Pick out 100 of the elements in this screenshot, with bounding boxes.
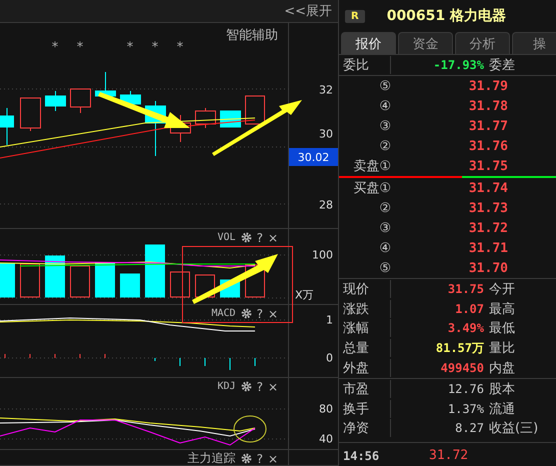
unit-label: X万 bbox=[295, 288, 314, 302]
field-label: 总量 bbox=[339, 339, 391, 358]
volume-bar bbox=[45, 256, 65, 298]
order-level: ④ bbox=[378, 240, 391, 256]
field-label: 最高 bbox=[488, 300, 515, 318]
field-label: 委比 bbox=[339, 56, 391, 74]
field-label: 今开 bbox=[488, 280, 515, 298]
help-button[interactable]: ? bbox=[256, 452, 263, 466]
axis-tick: 80 bbox=[319, 402, 333, 416]
field-value: 8.27 bbox=[454, 421, 484, 436]
field-label: 收益(三) bbox=[488, 420, 538, 438]
bid-price: 31.73 bbox=[468, 200, 508, 216]
tab[interactable]: 操 bbox=[512, 32, 556, 54]
trade-price: 31.72 bbox=[429, 448, 468, 464]
candle bbox=[245, 96, 265, 124]
field-label: 换手 bbox=[339, 400, 391, 418]
star-mark: * bbox=[76, 40, 84, 55]
ask-price: 31.77 bbox=[468, 118, 508, 134]
indicator-name: MACD bbox=[211, 308, 236, 319]
field-value: 1.37% bbox=[446, 402, 484, 416]
field-label: 流通 bbox=[488, 400, 515, 418]
order-level: ④ bbox=[378, 98, 391, 114]
candle bbox=[195, 108, 216, 128]
close-button[interactable]: × bbox=[268, 380, 278, 394]
axis-tick: 1 bbox=[326, 314, 333, 326]
expand-button[interactable]: <<展开 bbox=[278, 2, 338, 20]
close-button[interactable]: × bbox=[268, 452, 278, 466]
gear-icon[interactable] bbox=[240, 381, 252, 392]
price-tick: 30 bbox=[319, 128, 333, 140]
field-label: 涨幅 bbox=[339, 319, 391, 338]
arrow-icon bbox=[98, 92, 190, 128]
help-button[interactable]: ? bbox=[256, 380, 263, 394]
bid-price: 31.70 bbox=[468, 260, 508, 276]
ask-price: 31.78 bbox=[468, 98, 508, 114]
field-value: 1.07 bbox=[454, 302, 484, 316]
tab[interactable]: 报价 bbox=[341, 32, 396, 54]
field-value: 3.49% bbox=[446, 321, 484, 336]
field-label: 涨跌 bbox=[339, 300, 391, 318]
gear-icon[interactable] bbox=[240, 453, 252, 464]
arrow-icon bbox=[192, 254, 278, 304]
tab[interactable]: 分析 bbox=[455, 32, 510, 54]
indicator-name: KDJ bbox=[218, 381, 236, 392]
candle bbox=[45, 90, 66, 112]
price-tick: 28 bbox=[319, 198, 333, 212]
field-value: 12.76 bbox=[446, 382, 484, 396]
field-value: 81.57万 bbox=[434, 340, 484, 357]
star-mark: * bbox=[52, 40, 58, 55]
help-button[interactable]: ? bbox=[256, 306, 263, 320]
price-tick: 32 bbox=[319, 84, 333, 96]
chart-title: 智能辅助 bbox=[226, 27, 278, 44]
order-level: ② bbox=[378, 138, 391, 154]
volume-bar bbox=[170, 272, 190, 298]
ask-price: 31.79 bbox=[468, 78, 508, 94]
indicator-name: VOL bbox=[218, 232, 236, 243]
order-level: 买盘① bbox=[352, 180, 391, 197]
ask-price: 31.75 bbox=[468, 158, 508, 174]
highlight-circle bbox=[234, 416, 266, 442]
axis-tick: 100 bbox=[312, 248, 333, 262]
order-level: 卖盘① bbox=[352, 158, 391, 175]
stock-title: 000651 格力电器 bbox=[386, 7, 506, 25]
field-value: 499450 bbox=[440, 361, 484, 376]
current-price-tag: 30.02 bbox=[289, 148, 338, 166]
order-level: ⑤ bbox=[378, 78, 391, 94]
help-button[interactable]: ? bbox=[256, 230, 263, 244]
field-label: 净资 bbox=[339, 419, 391, 438]
star-mark: * bbox=[152, 40, 158, 55]
axis-tick: 40 bbox=[319, 432, 333, 446]
bid-price: 31.71 bbox=[468, 240, 508, 256]
gear-icon[interactable] bbox=[240, 232, 252, 243]
tab[interactable]: 资金 bbox=[398, 32, 453, 54]
gear-icon[interactable] bbox=[240, 308, 252, 319]
candle bbox=[0, 108, 14, 146]
volume-bar bbox=[20, 264, 40, 298]
field-label: 外盘 bbox=[339, 359, 391, 378]
field-label: 市盈 bbox=[339, 380, 391, 398]
volume-bar bbox=[145, 244, 165, 298]
field-value: 31.75 bbox=[446, 282, 484, 296]
bid-price: 31.72 bbox=[468, 220, 508, 236]
indicator-name: 主力追踪 bbox=[188, 450, 236, 466]
volume-bar bbox=[95, 262, 115, 298]
bid-price: 31.74 bbox=[468, 180, 508, 196]
order-level: ③ bbox=[378, 220, 391, 236]
order-level: ② bbox=[378, 200, 391, 216]
ask-price: 31.76 bbox=[468, 138, 508, 154]
star-mark: * bbox=[176, 40, 184, 55]
axis-tick: 0 bbox=[326, 352, 333, 364]
volume-bar bbox=[0, 264, 15, 298]
field-label: 现价 bbox=[339, 280, 391, 298]
close-button[interactable]: × bbox=[268, 230, 278, 244]
volume-bar bbox=[70, 266, 90, 298]
trade-time: 14:56 bbox=[342, 448, 380, 463]
field-label: 内盘 bbox=[488, 360, 515, 378]
order-level: ③ bbox=[378, 118, 391, 134]
market-badge: R bbox=[345, 10, 365, 22]
star-mark: * bbox=[126, 40, 134, 55]
close-button[interactable]: × bbox=[268, 306, 278, 320]
candle bbox=[20, 98, 41, 132]
order-level: ⑤ bbox=[378, 260, 391, 276]
field-label: 委差 bbox=[488, 57, 515, 74]
field-label: 最低 bbox=[488, 320, 515, 338]
